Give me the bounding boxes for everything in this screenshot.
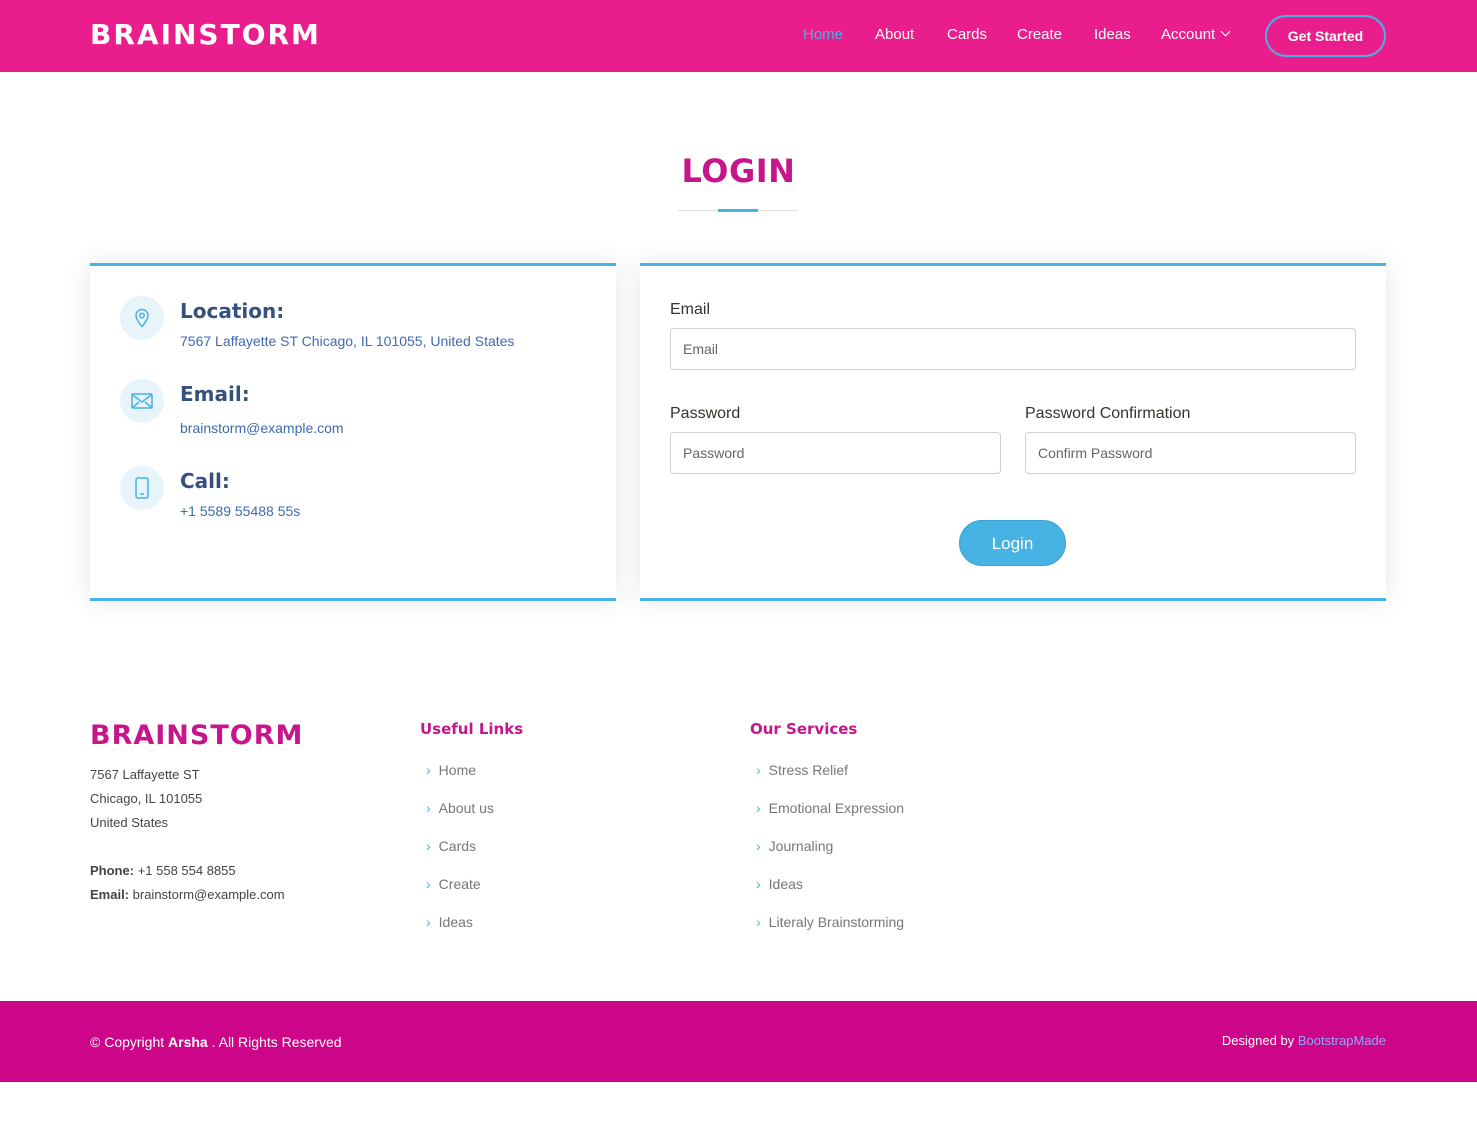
email-label: Email <box>670 301 711 318</box>
chevron-down-icon <box>1220 26 1231 37</box>
map-pin-icon <box>120 296 164 340</box>
footer-bottom-bar: © Copyright Arsha . All Rights Reserved … <box>0 1001 1477 1082</box>
nav-home[interactable]: Home <box>803 24 843 46</box>
credits-link[interactable]: BootstrapMade <box>1298 1033 1386 1048</box>
login-button[interactable]: Login <box>959 520 1066 566</box>
get-started-button[interactable]: Get Started <box>1265 15 1386 57</box>
footer-link-home[interactable]: › Home <box>426 760 476 780</box>
nav-account-label: Account <box>1161 26 1216 43</box>
password-confirm-label: Password Confirmation <box>1025 405 1191 422</box>
footer-link-cards[interactable]: › Cards <box>426 836 476 856</box>
service-link-literaly-brainstorming[interactable]: › Literaly Brainstorming <box>756 912 904 932</box>
footer-address-line3: United States <box>90 815 169 830</box>
footer-link-label: Create <box>438 876 481 892</box>
chevron-right-icon: › <box>426 838 431 854</box>
nav-create[interactable]: Create <box>1017 24 1062 46</box>
chevron-right-icon: › <box>426 876 431 892</box>
nav-cards[interactable]: Cards <box>947 24 987 46</box>
footer-link-label: Ideas <box>438 914 473 930</box>
chevron-right-icon: › <box>426 914 431 930</box>
service-link-label: Emotional Expression <box>768 800 905 816</box>
credits-text: Designed by BootstrapMade <box>1222 1031 1386 1051</box>
footer-link-about[interactable]: › About us <box>426 798 494 818</box>
footer-link-label: About us <box>438 800 494 816</box>
location-heading: Location: <box>180 299 285 323</box>
location-text: 7567 Laffayette ST Chicago, IL 101055, U… <box>180 333 515 349</box>
call-text[interactable]: +1 5589 55488 55s <box>180 501 300 521</box>
useful-links-title: Useful Links <box>420 720 524 738</box>
contact-info-card: Location: 7567 Laffayette ST Chicago, IL… <box>90 263 616 601</box>
envelope-icon <box>120 379 164 423</box>
chevron-right-icon: › <box>426 800 431 816</box>
email-heading: Email: <box>180 382 250 406</box>
footer-phone: Phone: +1 558 554 8855 <box>90 862 236 880</box>
footer-email-value: brainstorm@example.com <box>132 887 285 902</box>
page-title: LOGIN <box>681 152 796 190</box>
nav-account[interactable]: Account <box>1161 24 1231 46</box>
chevron-right-icon: › <box>756 876 761 892</box>
copyright-prefix: © Copyright <box>90 1034 165 1050</box>
site-header: BRAINSTORM Home About Cards Create Ideas… <box>0 0 1477 72</box>
footer-email: Email: brainstorm@example.com <box>90 886 285 904</box>
copyright-suffix: . All Rights Reserved <box>211 1034 342 1050</box>
service-link-label: Stress Relief <box>768 762 849 778</box>
service-link-emotional-expression[interactable]: › Emotional Expression <box>756 798 904 818</box>
copyright-brand: Arsha <box>168 1034 208 1050</box>
service-link-ideas[interactable]: › Ideas <box>756 874 803 894</box>
nav-about[interactable]: About <box>875 24 914 46</box>
chevron-right-icon: › <box>756 800 761 816</box>
email-field[interactable] <box>670 328 1356 370</box>
phone-icon <box>120 466 164 510</box>
service-link-label: Ideas <box>768 876 803 892</box>
chevron-right-icon: › <box>756 762 761 778</box>
footer-link-label: Home <box>438 762 477 778</box>
credits-prefix: Designed by <box>1221 1033 1295 1048</box>
chevron-right-icon: › <box>756 838 761 854</box>
password-label: Password <box>670 405 741 422</box>
footer-link-create[interactable]: › Create <box>426 874 481 894</box>
password-field[interactable] <box>670 432 1001 474</box>
footer-phone-value: +1 558 554 8855 <box>137 863 236 878</box>
footer-email-label: Email: <box>90 887 130 902</box>
nav-ideas[interactable]: Ideas <box>1094 24 1131 46</box>
chevron-right-icon: › <box>426 762 431 778</box>
footer-logo: BRAINSTORM <box>90 720 304 751</box>
title-divider-accent <box>718 209 758 212</box>
footer-link-ideas[interactable]: › Ideas <box>426 912 473 932</box>
footer-address-line2: Chicago, IL 101055 <box>90 791 203 806</box>
services-title: Our Services <box>750 720 858 738</box>
service-link-journaling[interactable]: › Journaling <box>756 836 833 856</box>
footer-phone-label: Phone: <box>90 863 135 878</box>
call-heading: Call: <box>180 469 230 493</box>
service-link-label: Literaly Brainstorming <box>768 914 905 930</box>
service-link-stress-relief[interactable]: › Stress Relief <box>756 760 848 780</box>
login-form-card: Email Password Password Confirmation Log… <box>640 263 1386 601</box>
email-text[interactable]: brainstorm@example.com <box>180 418 344 438</box>
footer-address-line1: 7567 Laffayette ST <box>90 767 200 782</box>
site-logo[interactable]: BRAINSTORM <box>90 17 321 53</box>
chevron-right-icon: › <box>756 914 761 930</box>
password-confirm-field[interactable] <box>1025 432 1356 474</box>
copyright-text: © Copyright Arsha . All Rights Reserved <box>90 1032 342 1052</box>
footer-link-label: Cards <box>438 838 477 854</box>
service-link-label: Journaling <box>768 838 834 854</box>
